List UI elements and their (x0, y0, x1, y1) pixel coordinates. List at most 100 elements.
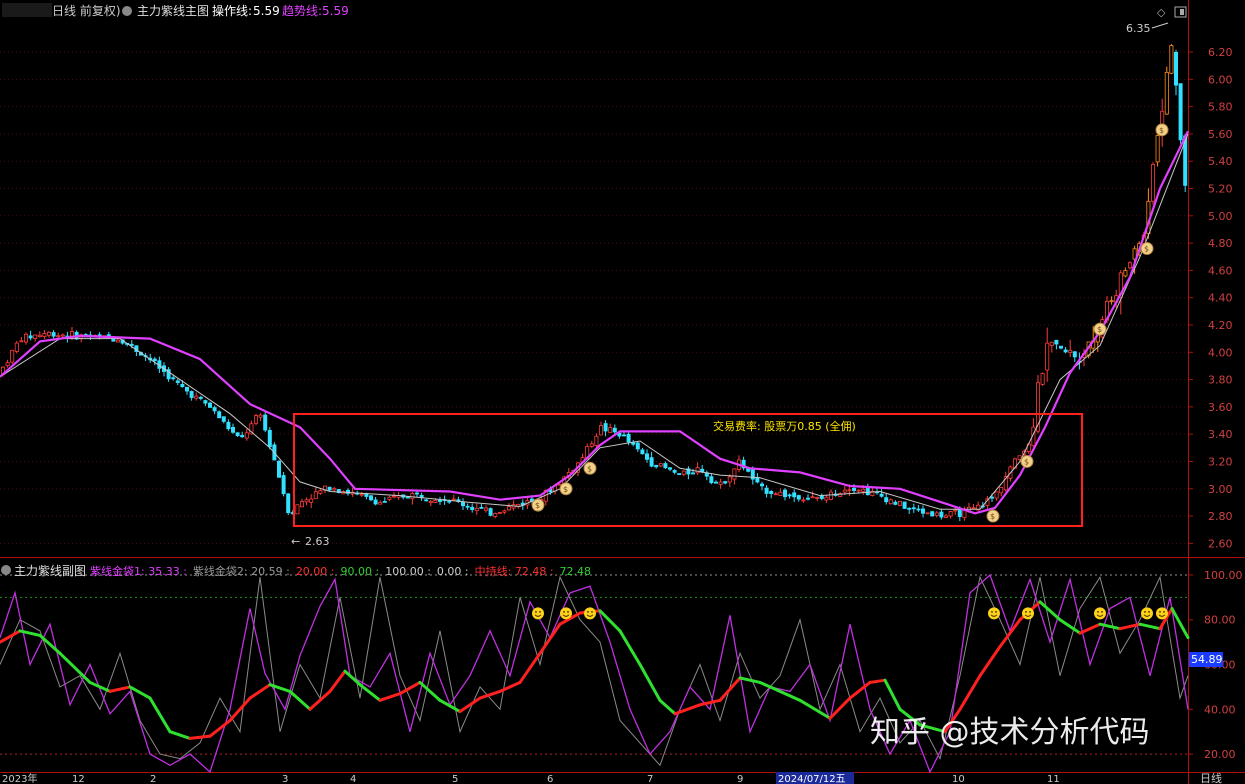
candle-up (502, 510, 507, 513)
x-axis-label: 7 (647, 774, 653, 784)
candle-down (175, 380, 180, 383)
x-axis-label: 5 (452, 774, 458, 784)
candle-up (608, 427, 613, 433)
candle-down (1174, 51, 1179, 86)
smiley-eye (563, 610, 565, 613)
hold-line-segment (658, 698, 677, 716)
price-tick-label: 4.20 (1208, 319, 1233, 332)
hold-line-segment (883, 678, 902, 711)
candle-down (235, 432, 240, 437)
money-bag-glyph: $ (1144, 245, 1149, 254)
price-tick-label: 3.80 (1208, 374, 1233, 387)
candle-up (244, 432, 249, 439)
main-indicator-name: 主力紫线主图 (137, 4, 209, 18)
diamond-icon[interactable]: ◇ (1157, 6, 1166, 19)
candle-up (451, 498, 456, 501)
price-tick-label: 4.80 (1208, 237, 1233, 250)
price-tick-label: 5.80 (1208, 101, 1233, 114)
candle-up (309, 498, 314, 503)
main-price-grid: 2.60 2.80 3.00 3.20 3.40 3.60 3.80 4.00 4.20 4.40… (0, 46, 1233, 550)
sub-header-item: 100.00 : (385, 565, 431, 578)
candle-up (1164, 71, 1169, 115)
smiley-icon (560, 607, 572, 620)
period-button[interactable]: 日线 (1200, 771, 1222, 784)
candle-down (180, 383, 185, 388)
candle-down (893, 501, 898, 505)
candle-down (760, 483, 765, 487)
hold-line-segment (978, 645, 1002, 678)
candle-down (649, 457, 654, 467)
hold-line-segment (418, 680, 442, 702)
smiley-eye (591, 610, 593, 613)
hold-line-segment (538, 622, 562, 655)
candle-up (681, 470, 686, 475)
candle-down (368, 495, 373, 501)
price-tick-label: 6.20 (1208, 46, 1233, 59)
smiley-icon (532, 607, 544, 620)
x-axis-label: 4 (350, 774, 356, 784)
candle-down (414, 492, 419, 495)
hold-line-segment (1038, 600, 1062, 622)
sub-header-item: 中持线: 72.48 : (475, 564, 554, 578)
candle-down (612, 427, 617, 433)
candle-up (42, 333, 47, 337)
candle-up (971, 507, 976, 510)
smiley-eye (1025, 610, 1027, 613)
sub-indicator-settings-icon[interactable] (1, 565, 11, 575)
low-price-label: 2.63 (305, 535, 330, 548)
candle-down (198, 396, 203, 399)
candle-down (865, 487, 870, 496)
candle-down (792, 492, 797, 498)
hold-line-segment (108, 685, 132, 693)
smiley-eye (535, 610, 537, 613)
candle-down (405, 496, 410, 499)
candle-up (953, 509, 958, 512)
x-axis-label: 2 (150, 774, 156, 784)
money-bag-glyph: $ (535, 501, 540, 510)
hold-line-segment (248, 683, 272, 700)
hold-line-segment (168, 730, 192, 740)
candle-up (387, 496, 392, 500)
candle-down (764, 487, 769, 494)
smiley-icon (1156, 607, 1168, 620)
candle-up (33, 334, 38, 339)
candle-down (796, 495, 801, 500)
hold-line-segment (758, 680, 782, 693)
candle-down (654, 464, 659, 468)
candle-down (207, 402, 212, 408)
candle-down (769, 490, 774, 495)
price-tick-label: 3.20 (1208, 455, 1233, 468)
candle-down (930, 511, 935, 517)
candle-down (28, 335, 33, 339)
window-toggle-icon-inner (1180, 9, 1184, 15)
hold-line-segment (228, 696, 252, 722)
money-bag-glyph: $ (1159, 126, 1164, 135)
candle-up (888, 499, 893, 505)
op-line-value: 5.59 (253, 4, 280, 18)
smiley-icon (1022, 607, 1034, 620)
x-axis-labels: 2023年 12 2 3 4 5 6 7 9 10 11 (2, 772, 1060, 784)
candle-down (672, 470, 677, 473)
hold-line-segment (868, 678, 887, 684)
candle-up (944, 515, 949, 518)
hold-line-segment (438, 698, 462, 714)
fee-note: 交易费率: 股票万0.85 (全佣) (713, 419, 856, 433)
sub-tick-label: 100.00 (1204, 569, 1243, 582)
indicator-settings-icon[interactable] (122, 6, 132, 16)
candle-down (907, 507, 912, 510)
hold-line-segment (378, 692, 402, 702)
hold-line-segment (718, 676, 742, 702)
candle-up (37, 334, 42, 338)
x-axis-label: 2023年 (2, 772, 37, 784)
sub-header-item: 紫线金袋2: 20.59 : (193, 564, 290, 578)
hold-line-segment (343, 669, 362, 687)
candle-up (1128, 262, 1133, 269)
candle-down (911, 507, 916, 510)
candle-down (709, 476, 714, 484)
candle-down (787, 494, 792, 497)
candle-up (994, 491, 999, 499)
candle-down (668, 467, 673, 470)
hold-line-segment (618, 629, 642, 667)
candle-down (263, 414, 268, 431)
candle-up (194, 395, 199, 399)
